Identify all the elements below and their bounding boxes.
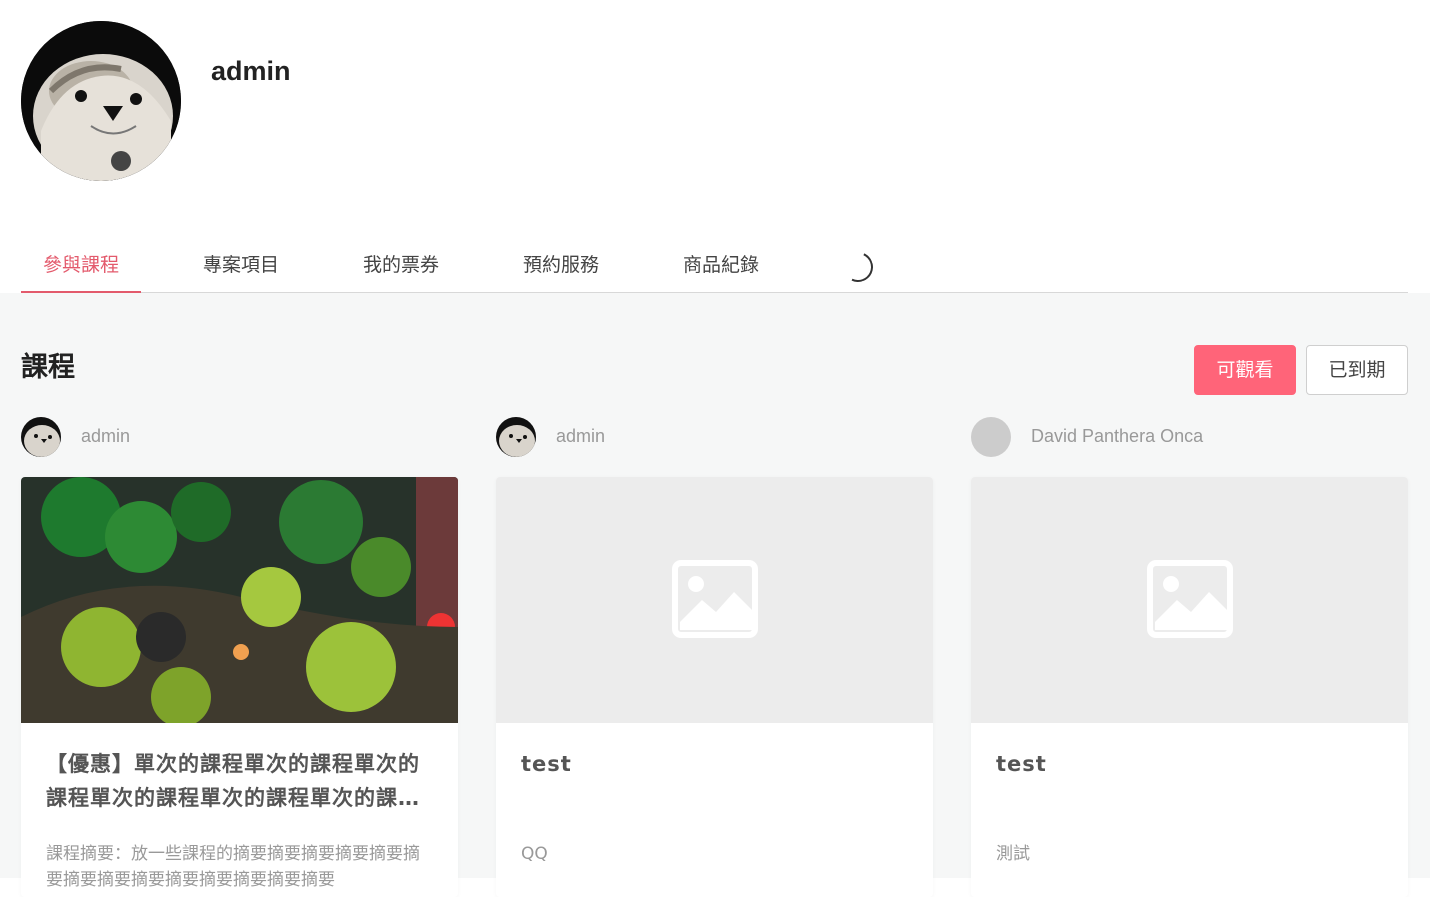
author-avatar [21, 417, 61, 457]
course-author[interactable]: admin [496, 417, 933, 457]
course-column: admin 【優惠】單次的課程單次的課程單次的課程單次的課程單次的課程單次的課程… [21, 417, 458, 897]
course-summary: QQ [521, 844, 548, 864]
course-title[interactable]: test [996, 747, 1386, 781]
course-title[interactable]: test [521, 747, 911, 781]
image-placeholder-icon [672, 560, 758, 638]
author-name: admin [556, 426, 606, 446]
course-author[interactable]: admin [21, 417, 458, 457]
loading-spinner-icon [838, 247, 878, 287]
course-summary: 課程摘要：放一些課程的摘要摘要摘要摘要摘要摘要摘要摘要摘要摘要摘要摘要摘要摘要 [46, 844, 420, 890]
course-thumbnail [971, 477, 1408, 723]
course-summary: 測試 [996, 844, 1030, 864]
course-column: admin test QQ [496, 417, 933, 897]
course-author[interactable]: David Panthera Onca [971, 417, 1408, 457]
course-card[interactable]: 【優惠】單次的課程單次的課程單次的課程單次的課程單次的課程單次的課程單次的課程 … [21, 477, 458, 897]
section-title: 課程 [21, 352, 75, 383]
tab-reservations[interactable]: 預約服務 [501, 240, 621, 293]
course-thumbnail [496, 477, 933, 723]
tab-projects[interactable]: 專案項目 [181, 240, 301, 293]
profile-tabs: 參與課程 專案項目 我的票券 預約服務 商品紀錄 [21, 240, 1408, 294]
author-name: David Panthera Onca [1031, 426, 1204, 446]
course-title[interactable]: 【優惠】單次的課程單次的課程單次的課程單次的課程單次的課程單次的課程單次的課程 [46, 747, 436, 815]
image-placeholder-icon [1147, 560, 1233, 638]
expired-filter-button[interactable]: 已到期 [1306, 345, 1408, 395]
tab-courses[interactable]: 參與課程 [21, 240, 141, 294]
available-filter-button[interactable]: 可觀看 [1194, 345, 1296, 395]
author-avatar [971, 417, 1011, 457]
avatar [21, 21, 181, 181]
courses-section: 課程 可觀看 已到期 admin 【優惠】單次的課程單次的課程單次的課程單次的課… [0, 293, 1430, 897]
author-name: admin [81, 426, 131, 446]
course-card[interactable]: test 測試 [971, 477, 1408, 897]
profile-username: admin [211, 56, 291, 86]
course-card[interactable]: test QQ [496, 477, 933, 897]
course-thumbnail [21, 477, 458, 723]
course-column: David Panthera Onca test 測試 [971, 417, 1408, 897]
tab-product-records[interactable]: 商品紀錄 [661, 240, 781, 293]
tab-tickets[interactable]: 我的票券 [341, 240, 461, 293]
profile-header: admin 參與課程 專案項目 我的票券 預約服務 商品紀錄 [0, 0, 1430, 294]
author-avatar [496, 417, 536, 457]
